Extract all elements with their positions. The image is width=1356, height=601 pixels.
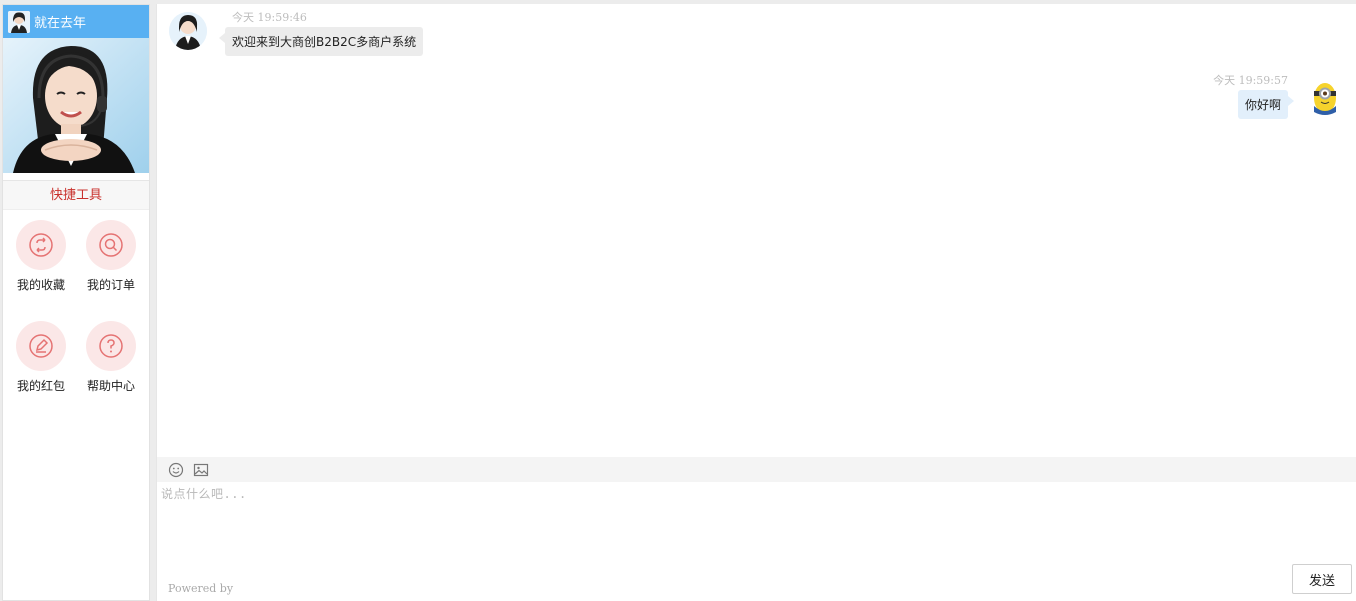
tool-label: 我的红包 — [16, 379, 65, 393]
send-button[interactable]: 发送 — [1292, 564, 1352, 594]
message-bubble: 你好啊 — [1237, 90, 1295, 119]
help-question-icon — [86, 321, 136, 371]
chat-window: 就在去年 快捷工具 我的收藏 我的订单 我的红包 帮助中心 今天 19:59:4… — [0, 0, 1356, 601]
agent-photo — [3, 38, 149, 173]
agent-name: 就在去年 — [34, 16, 87, 31]
emoji-icon[interactable] — [168, 462, 184, 478]
chat-main: 今天 19:59:46 欢迎来到大商创B2B2C多商户系统 今天 19:59:5… — [156, 4, 1356, 601]
tool-label: 我的收藏 — [16, 278, 65, 292]
image-icon[interactable] — [193, 462, 209, 478]
quick-tools-grid: 我的收藏 我的订单 我的红包 帮助中心 — [3, 210, 149, 394]
red-packet-pen-icon — [16, 321, 66, 371]
quick-tools-title: 快捷工具 — [3, 180, 149, 210]
tool-my-favorites[interactable]: 我的收藏 — [6, 220, 76, 293]
tool-label: 帮助中心 — [86, 379, 135, 393]
order-search-icon — [86, 220, 136, 270]
message-outgoing: 今天 19:59:57 你好啊 — [1144, 74, 1344, 124]
tool-my-red-packets[interactable]: 我的红包 — [6, 321, 76, 394]
user-avatar — [1306, 78, 1344, 116]
agent-avatar-small — [8, 10, 30, 33]
message-time: 今天 19:59:46 — [232, 11, 307, 24]
message-bubble: 欢迎来到大商创B2B2C多商户系统 — [218, 27, 424, 56]
powered-by-text: Powered by — [168, 582, 234, 595]
message-input[interactable] — [161, 485, 1351, 565]
composer-toolbar — [157, 457, 1356, 482]
favorite-icon — [16, 220, 66, 270]
tool-my-orders[interactable]: 我的订单 — [76, 220, 146, 293]
tool-label: 我的订单 — [86, 278, 135, 292]
message-time: 今天 19:59:57 — [1213, 74, 1288, 87]
agent-avatar — [169, 12, 207, 50]
tool-help-center[interactable]: 帮助中心 — [76, 321, 146, 394]
agent-header: 就在去年 — [3, 5, 149, 38]
sidebar: 就在去年 快捷工具 我的收藏 我的订单 我的红包 帮助中心 — [2, 4, 150, 601]
